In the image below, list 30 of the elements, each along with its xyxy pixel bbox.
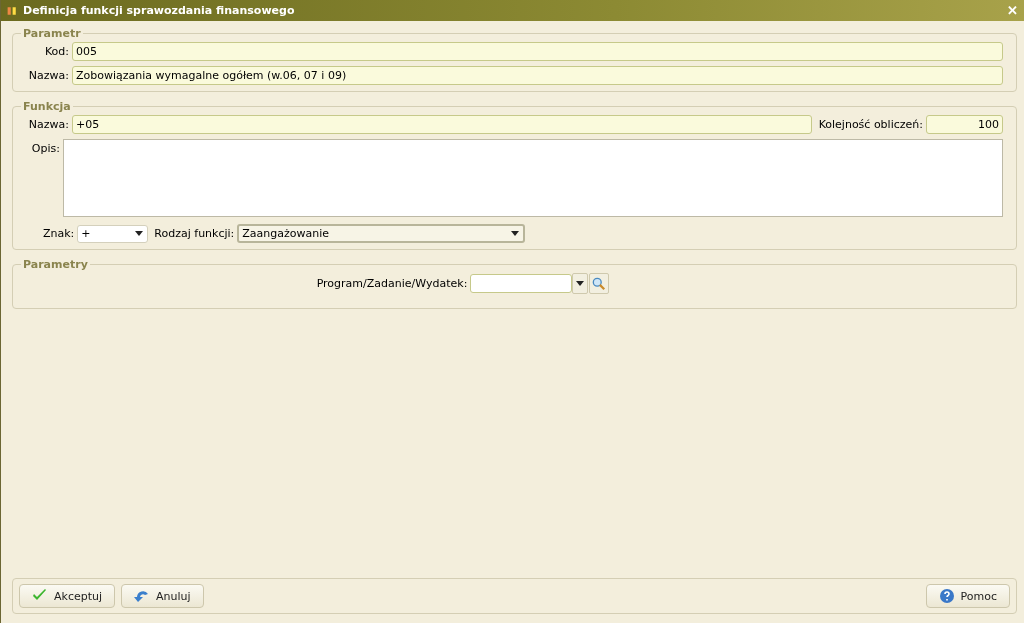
- field-label: Kod:: [43, 45, 69, 58]
- field-label: Kolejność obliczeń:: [818, 118, 923, 131]
- window-title: Definicja funkcji sprawozdania finansowego: [23, 4, 296, 17]
- caret-icon: [135, 231, 144, 236]
- caret-icon: [511, 231, 520, 236]
- input-field[interactable]: +05: [72, 115, 812, 134]
- help-button[interactable]: Pomoc: [925, 584, 1010, 608]
- dropdown-field[interactable]: +: [77, 224, 149, 243]
- field-label: Rodzaj funkcji:: [154, 227, 235, 240]
- group-title: Parametry: [22, 258, 89, 271]
- app-icon: [7, 5, 17, 16]
- field-label: Znak:: [43, 227, 75, 240]
- field-label: Program/Zadanie/Wydatek:: [316, 277, 468, 290]
- description-field[interactable]: [63, 139, 1003, 217]
- help-icon: [938, 588, 955, 604]
- group-title: Parametr: [22, 27, 82, 40]
- field-label: Opis:: [30, 142, 60, 155]
- field-label: Nazwa:: [27, 69, 69, 82]
- dropdown-field[interactable]: Zaangażowanie: [237, 224, 526, 243]
- cancel-button[interactable]: Anuluj: [121, 584, 204, 608]
- input-field[interactable]: 005: [72, 42, 1003, 61]
- search-icon: [592, 276, 607, 291]
- accept-button[interactable]: Akceptuj: [19, 584, 116, 608]
- input-field[interactable]: [470, 274, 573, 293]
- input-field[interactable]: Zobowiązania wymagalne ogółem (w.06, 07 i 09): [72, 66, 1003, 85]
- caret-icon: [576, 281, 585, 286]
- group-title: Funkcja: [22, 100, 72, 113]
- field-label: Nazwa:: [27, 118, 69, 131]
- input-field[interactable]: 100: [926, 115, 1003, 134]
- dropdown-button[interactable]: [572, 273, 589, 294]
